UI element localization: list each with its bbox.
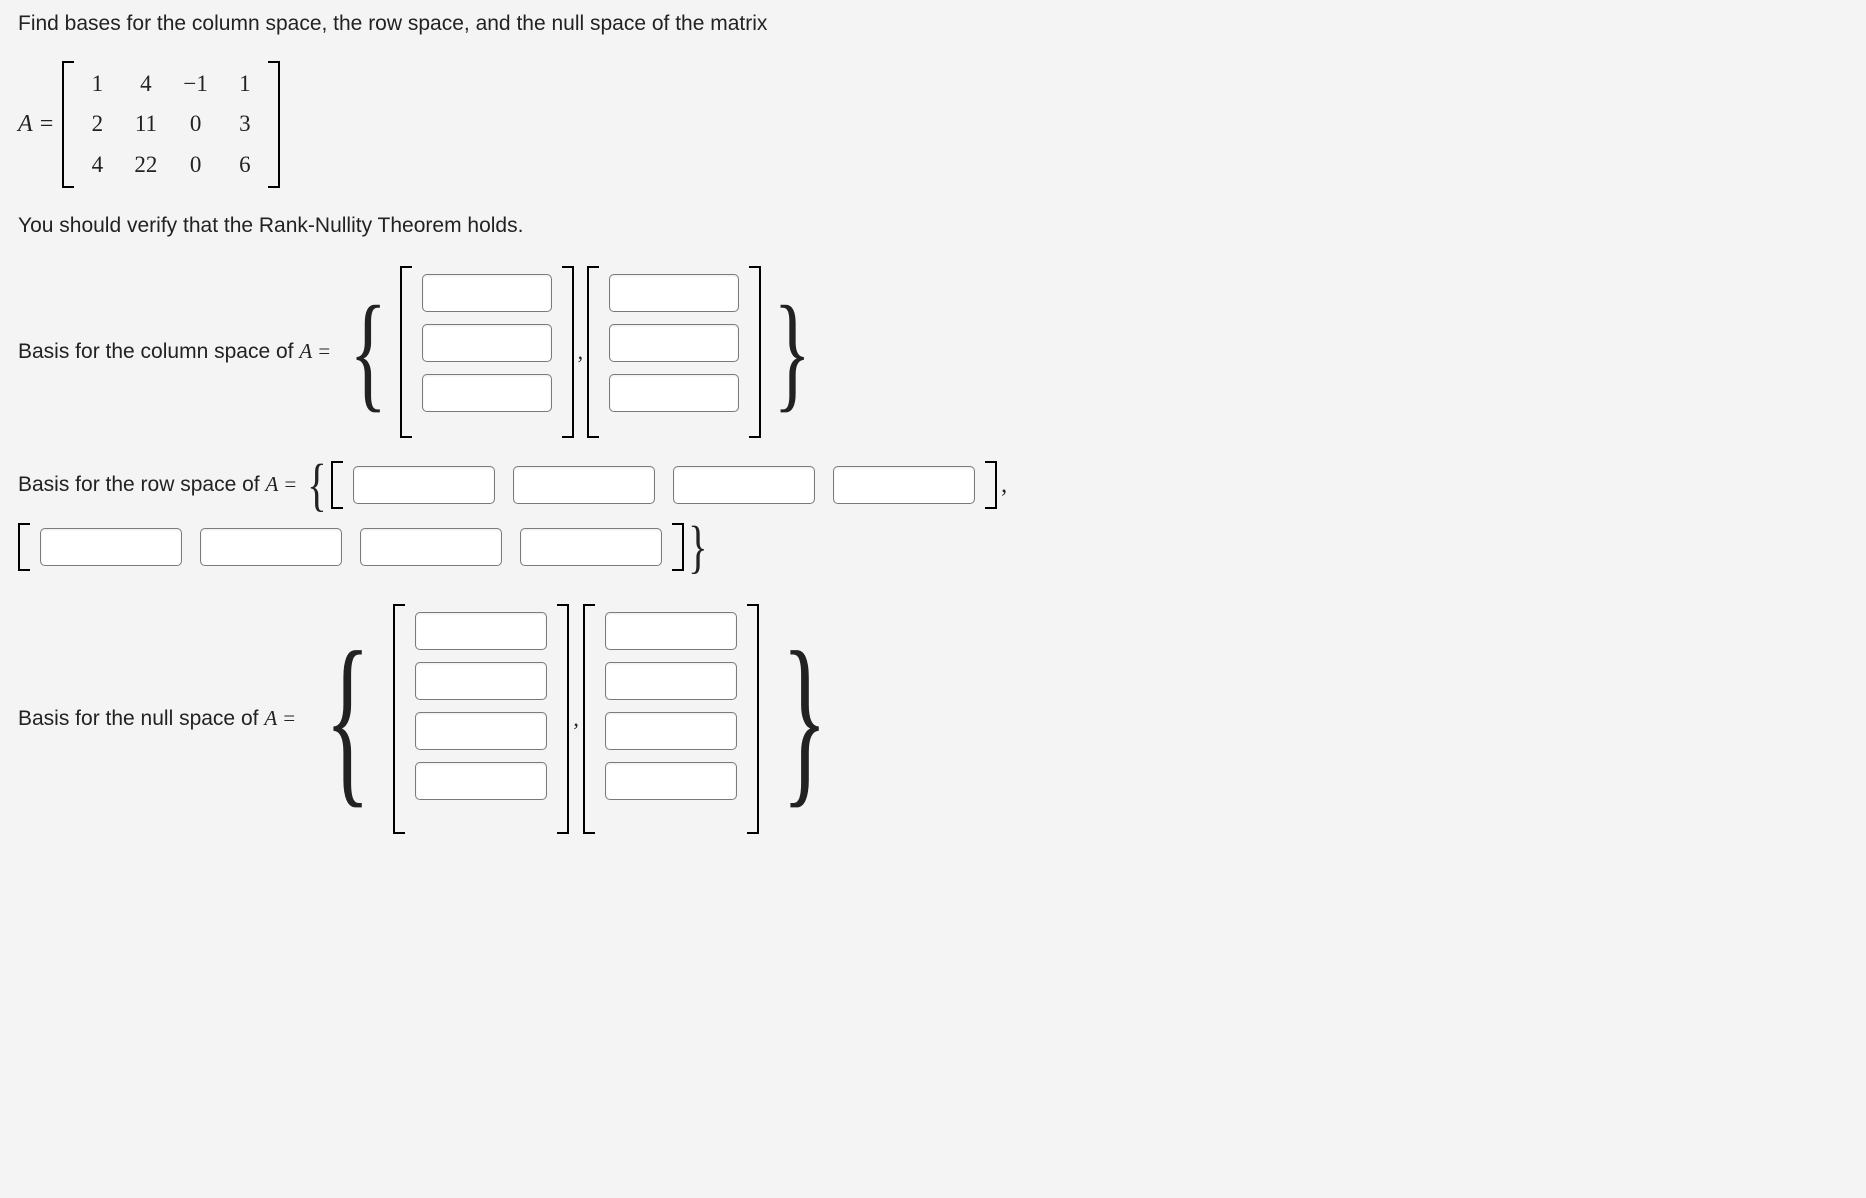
nullspace-vec1-c[interactable] — [415, 712, 547, 750]
colspace-vec1-inputs — [412, 266, 562, 438]
nullspace-vec2-a[interactable] — [605, 612, 737, 650]
bracket-left-icon — [18, 523, 30, 571]
verify-text: You should verify that the Rank-Nullity … — [18, 210, 1848, 242]
nullspace-vec2-c[interactable] — [605, 712, 737, 750]
nullspace-vec2-inputs — [595, 604, 747, 834]
cell-r1c4: 1 — [234, 67, 256, 102]
rowspace-label: Basis for the row space of A = — [18, 469, 297, 501]
colspace-vec2 — [587, 266, 761, 438]
nullspace-vec1-a[interactable] — [415, 612, 547, 650]
bracket-left-icon — [583, 604, 595, 834]
bracket-left-icon — [393, 604, 405, 834]
rowspace-vec2-c[interactable] — [360, 528, 502, 566]
cell-r3c2: 22 — [134, 148, 157, 183]
nullspace-vec1 — [393, 604, 569, 834]
nullspace-vec1-d[interactable] — [415, 762, 547, 800]
colspace-vec2-c[interactable] — [609, 374, 739, 412]
cell-r3c1: 4 — [86, 148, 108, 183]
rowspace-vec1-d[interactable] — [833, 466, 975, 504]
rowspace-line2: } — [18, 518, 1848, 576]
rowspace-A-equals: A = — [265, 472, 297, 496]
bracket-right-icon — [557, 604, 569, 834]
rowspace-vec2-a[interactable] — [40, 528, 182, 566]
colspace-vec1-a[interactable] — [422, 274, 552, 312]
column-space-answer: Basis for the column space of A = { , } — [18, 266, 1848, 438]
cell-r3c4: 6 — [234, 148, 256, 183]
cell-r1c2: 4 — [134, 67, 157, 102]
bracket-left-icon — [587, 266, 599, 438]
cell-r1c3: −1 — [183, 67, 207, 102]
comma-sep: , — [1001, 467, 1007, 503]
colspace-vec2-a[interactable] — [609, 274, 739, 312]
nullspace-vec2-d[interactable] — [605, 762, 737, 800]
bracket-right-icon — [985, 461, 997, 509]
bracket-left-icon — [62, 61, 74, 189]
rowspace-vec2-d[interactable] — [520, 528, 662, 566]
rowspace-vec1-c[interactable] — [673, 466, 815, 504]
nullspace-vec2 — [583, 604, 759, 834]
nullspace-label-text: Basis for the null space of — [18, 707, 264, 730]
cell-r2c4: 3 — [234, 107, 256, 142]
bracket-right-icon — [747, 604, 759, 834]
bracket-right-icon — [562, 266, 574, 438]
null-space-answer: Basis for the null space of A = { , — [18, 604, 1848, 834]
colspace-vec2-b[interactable] — [609, 324, 739, 362]
cell-r2c2: 11 — [134, 107, 157, 142]
bracket-right-icon — [749, 266, 761, 438]
comma-sep: , — [578, 335, 584, 368]
lbrace-icon: { — [325, 624, 371, 814]
colspace-vec2-inputs — [599, 266, 749, 438]
bracket-right-icon — [268, 61, 280, 189]
matrix-grid: 1 4 −1 1 2 11 0 3 4 22 0 6 — [74, 61, 267, 189]
nullspace-vec1-inputs — [405, 604, 557, 834]
rowspace-vec2-inputs — [30, 524, 672, 570]
matrix-lhs: A = — [18, 106, 54, 142]
cell-r2c1: 2 — [86, 107, 108, 142]
nullspace-A-equals: A = — [264, 706, 296, 730]
comma-sep: , — [573, 702, 579, 735]
cell-r2c3: 0 — [183, 107, 207, 142]
lbrace-icon: { — [350, 287, 387, 417]
problem-page: Find bases for the column space, the row… — [0, 0, 1866, 880]
bracket-left-icon — [400, 266, 412, 438]
lbrace-icon: { — [308, 456, 327, 514]
rowspace-vec1-b[interactable] — [513, 466, 655, 504]
row-space-answer: Basis for the row space of A = { , — [18, 456, 1848, 576]
bracket-left-icon — [331, 461, 343, 509]
rbrace-icon: } — [774, 287, 811, 417]
matrix-A: 1 4 −1 1 2 11 0 3 4 22 0 6 — [62, 61, 279, 189]
rbrace-icon: } — [688, 518, 707, 576]
rowspace-vec2 — [18, 523, 684, 571]
bracket-right-icon — [672, 523, 684, 571]
colspace-vec1-b[interactable] — [422, 324, 552, 362]
nullspace-label: Basis for the null space of A = — [18, 703, 296, 735]
colspace-vec1-c[interactable] — [422, 374, 552, 412]
rowspace-vec1 — [331, 461, 997, 509]
cell-r1c1: 1 — [86, 67, 108, 102]
nullspace-vec2-b[interactable] — [605, 662, 737, 700]
colspace-label: Basis for the column space of A = — [18, 336, 331, 368]
nullspace-vec1-b[interactable] — [415, 662, 547, 700]
rowspace-vec1-inputs — [343, 462, 985, 508]
colspace-vec1 — [400, 266, 574, 438]
rowspace-label-text: Basis for the row space of — [18, 473, 265, 496]
cell-r3c3: 0 — [183, 148, 207, 183]
intro-text: Find bases for the column space, the row… — [18, 0, 1848, 40]
rbrace-icon: } — [782, 624, 828, 814]
rowspace-vec1-a[interactable] — [353, 466, 495, 504]
colspace-A-equals: A = — [299, 339, 331, 363]
colspace-label-text: Basis for the column space of — [18, 340, 299, 363]
matrix-equation: A = 1 4 −1 1 2 11 0 3 4 22 0 6 — [18, 61, 1848, 189]
rowspace-vec2-b[interactable] — [200, 528, 342, 566]
